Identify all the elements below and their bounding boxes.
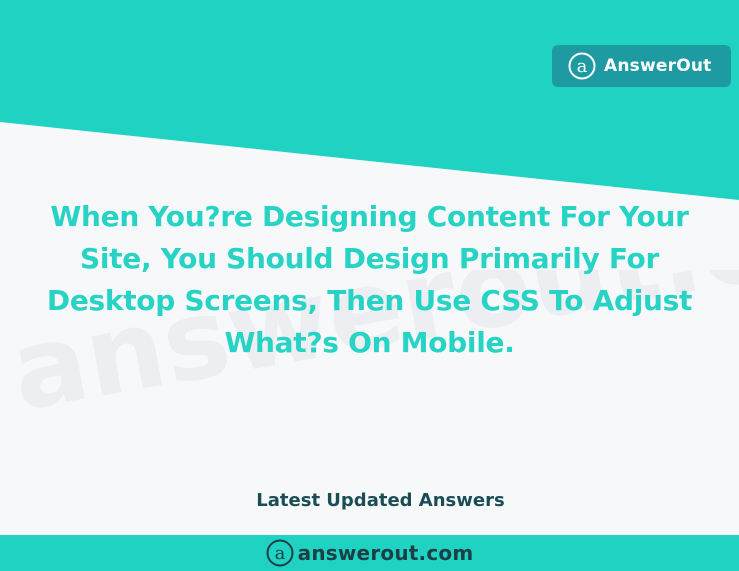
svg-text:a: a [274,543,285,564]
headline-line: What?s On Mobile. [224,326,515,359]
headline-line: Site, You Should Design Primarily For [80,242,659,275]
brand-name: AnswerOut [604,56,712,76]
headline-line: When You?re Designing Content For Your [50,200,689,233]
svg-text:a: a [577,56,588,77]
top-banner-shape [0,0,739,200]
footer-site-link[interactable]: answerout.com [298,541,474,565]
headline-line: Desktop Screens, Then Use CSS To Adjust [46,284,693,317]
brand-badge[interactable]: a AnswerOut [552,45,731,87]
footer-bar: a answerout.com [0,535,739,571]
question-headline: When You?re Designing Content For Your S… [0,196,739,364]
a-circle-logo-icon: a [568,52,596,80]
latest-answers-label: Latest Updated Answers [256,490,505,511]
a-circle-logo-icon: a [266,539,294,567]
